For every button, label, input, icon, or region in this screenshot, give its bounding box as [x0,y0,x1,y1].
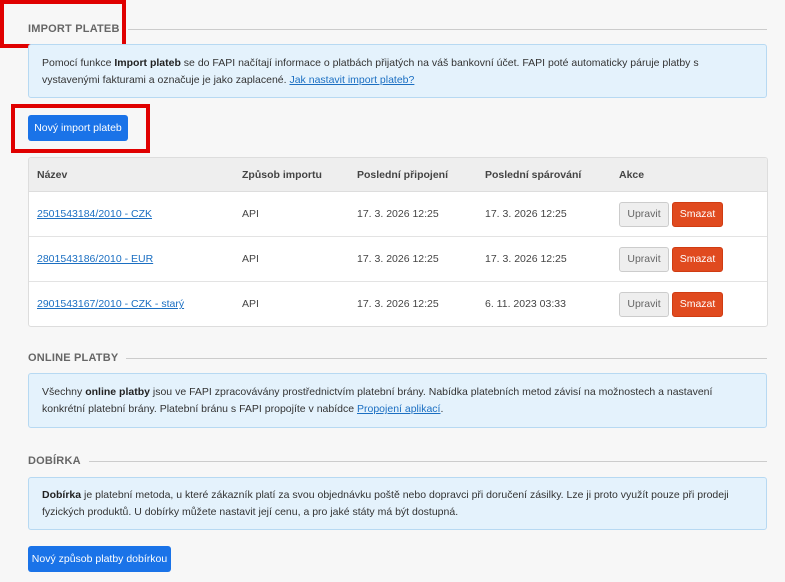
edit-button[interactable]: Upravit [619,246,669,272]
import-table: Název Způsob importu Poslední připojení … [28,157,768,327]
last-pair-value: 6. 11. 2023 03:33 [485,298,566,310]
import-method: API [242,208,259,220]
cod-info-text: je platební metoda, u které zákazník pla… [42,489,729,518]
payments-settings-page: IMPORT PLATEB Pomocí funkce Import plate… [0,0,785,582]
cod-info-bold: Dobírka [42,489,82,501]
import-info-bold: Import plateb [114,57,181,69]
section-divider [88,460,767,462]
last-connect-value: 17. 3. 2026 12:25 [357,253,439,265]
last-pair-value: 17. 3. 2026 12:25 [485,208,567,220]
import-name-link[interactable]: 2901543167/2010 - CZK - starý [37,298,184,310]
last-pair-value: 17. 3. 2026 12:25 [485,253,567,265]
edit-button[interactable]: Upravit [619,291,669,317]
table-row: 2801543186/2010 - EUR API 17. 3. 2026 12… [29,237,767,282]
online-info-text-pre: Všechny [42,386,86,398]
table-header-row: Název Způsob importu Poslední připojení … [29,158,767,192]
delete-button[interactable]: Smazat [672,246,723,272]
online-section-header: ONLINE PLATBY [28,352,767,364]
edit-button[interactable]: Upravit [619,201,669,227]
row-actions: Upravit Smazat [619,192,723,236]
cod-info-box: Dobírka je platební metoda, u které záka… [28,477,767,530]
import-name-link[interactable]: 2801543186/2010 - EUR [37,253,153,265]
import-info-box: Pomocí funkce Import plateb se do FAPI n… [28,44,767,98]
header-last-pair: Poslední spárování [485,168,582,181]
online-info-box: Všechny online platby jsou ve FAPI zprac… [28,373,767,428]
import-help-link[interactable]: Jak nastavit import plateb? [289,74,414,86]
new-import-button[interactable]: Nový import plateb [28,115,128,141]
header-name: Název [37,168,68,181]
cod-section-header: DOBÍRKA [28,455,767,467]
cod-section-title: DOBÍRKA [28,455,81,467]
import-section-title: IMPORT PLATEB [28,23,120,35]
table-row: 2901543167/2010 - CZK - starý API 17. 3.… [29,282,767,326]
app-connections-link[interactable]: Propojení aplikací [357,403,440,415]
import-info-text-pre: Pomocí funkce [42,57,115,69]
header-method: Způsob importu [242,168,322,181]
online-info-bold: online platby [85,386,150,398]
new-cod-button[interactable]: Nový způsob platby dobírkou [28,546,171,572]
last-connect-value: 17. 3. 2026 12:25 [357,298,439,310]
table-row: 2501543184/2010 - CZK API 17. 3. 2026 12… [29,192,767,237]
section-divider [126,357,767,359]
section-divider [127,28,767,30]
header-actions: Akce [619,168,645,181]
row-actions: Upravit Smazat [619,282,723,326]
header-last-connect: Poslední připojení [357,168,449,181]
online-info-text-post: . [440,403,444,415]
last-connect-value: 17. 3. 2026 12:25 [357,208,439,220]
delete-button[interactable]: Smazat [672,291,723,317]
import-name-link[interactable]: 2501543184/2010 - CZK [37,208,152,220]
row-actions: Upravit Smazat [619,237,723,281]
import-section-header: IMPORT PLATEB [28,23,767,35]
online-section-title: ONLINE PLATBY [28,352,119,364]
import-method: API [242,253,259,265]
delete-button[interactable]: Smazat [672,201,723,227]
import-method: API [242,298,259,310]
